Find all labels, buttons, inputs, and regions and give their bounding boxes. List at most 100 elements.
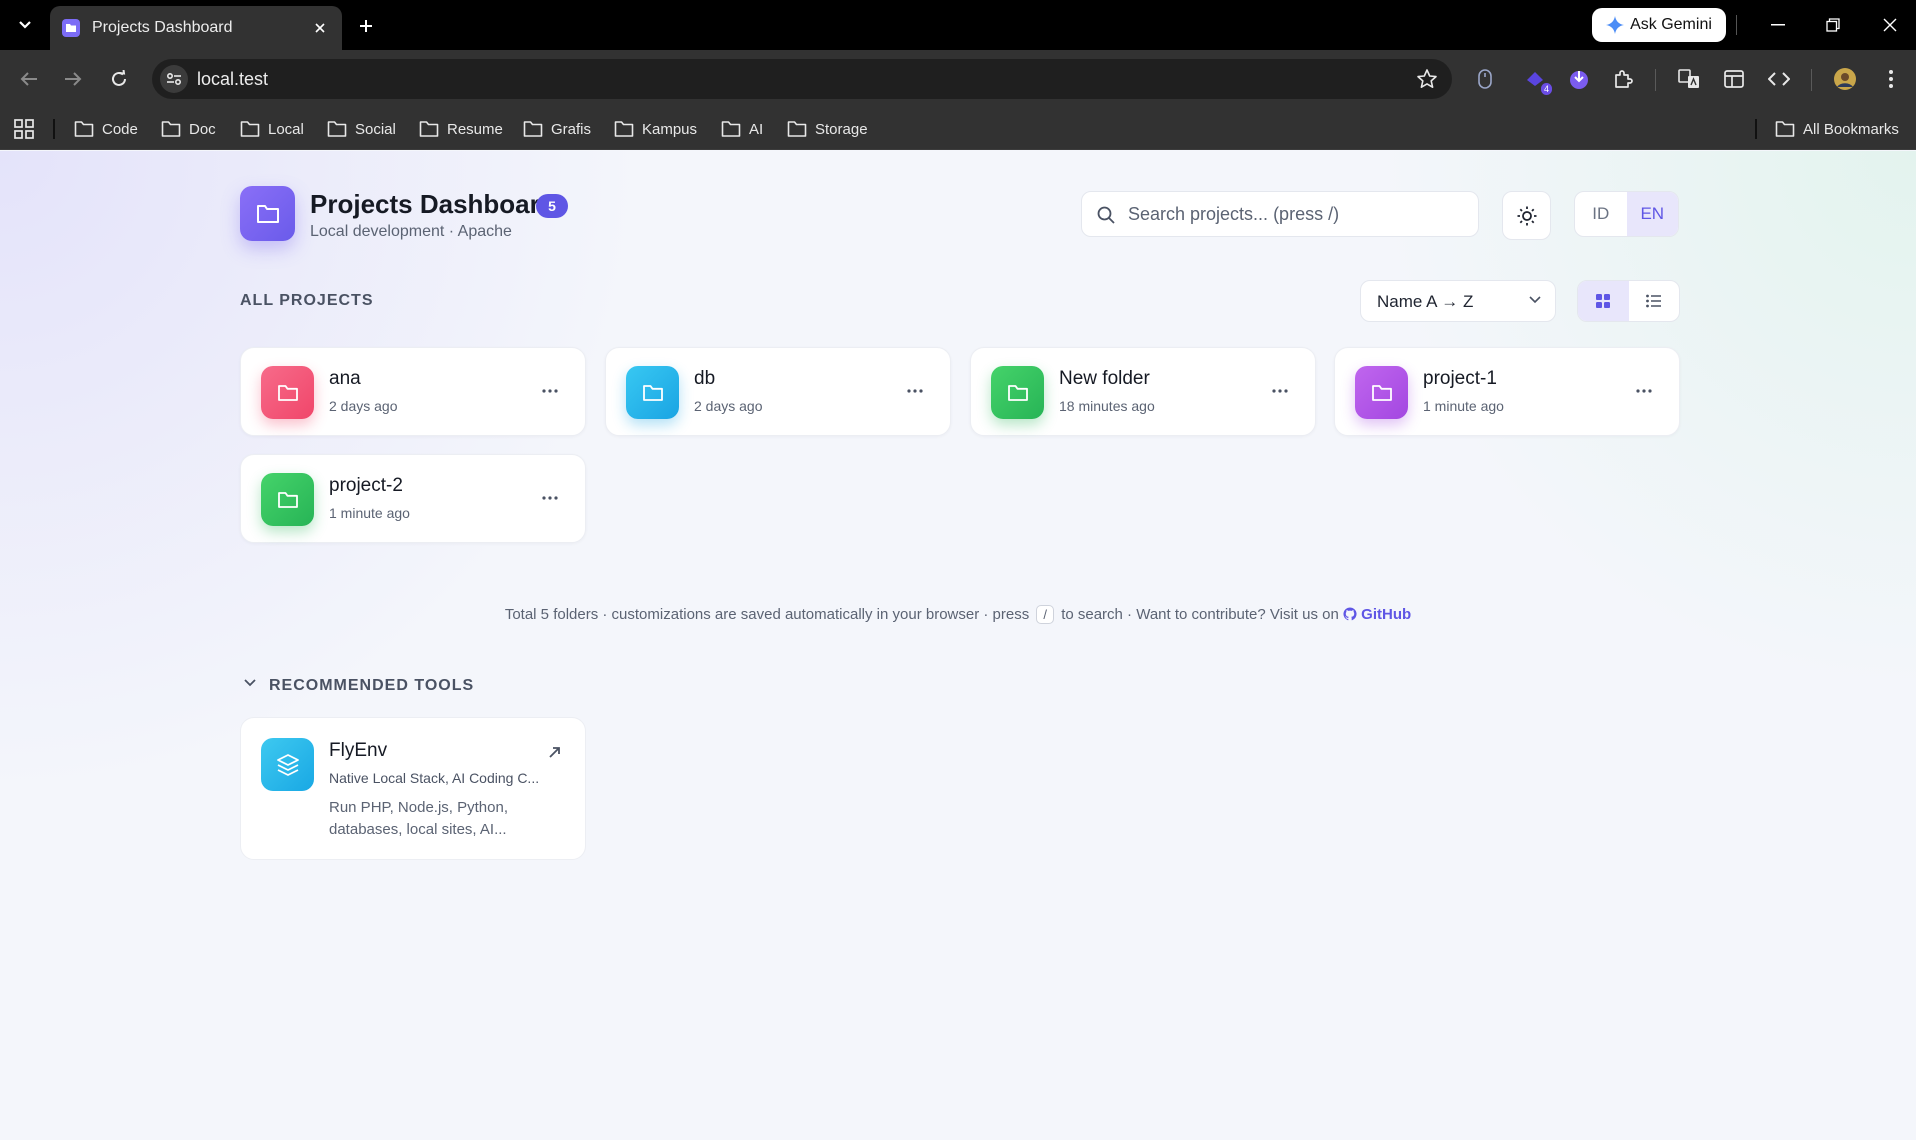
- folder-icon: [240, 186, 295, 241]
- bookmark-folder-doc[interactable]: Doc: [161, 118, 216, 140]
- extension-badge: 4: [1540, 83, 1552, 95]
- project-modified-time: 2 days ago: [694, 398, 763, 414]
- bookmark-label: Resume: [447, 120, 503, 138]
- ask-gemini-button[interactable]: Ask Gemini: [1592, 8, 1726, 42]
- language-switcher: ID EN: [1574, 191, 1679, 237]
- more-horizontal-icon[interactable]: [537, 488, 563, 508]
- project-name: project-1: [1423, 368, 1497, 389]
- language-option-en[interactable]: EN: [1626, 192, 1678, 236]
- browser-tab[interactable]: Projects Dashboard: [50, 6, 342, 50]
- search-input[interactable]: [1128, 200, 1458, 228]
- mouse-extension-icon[interactable]: [1472, 66, 1498, 92]
- folder-icon: [261, 473, 314, 526]
- bookmark-folder-code[interactable]: Code: [74, 118, 138, 140]
- folder-icon: [626, 366, 679, 419]
- project-card-ana[interactable]: ana 2 days ago: [240, 347, 586, 436]
- project-modified-time: 1 minute ago: [329, 505, 410, 521]
- bookmark-folder-social[interactable]: Social: [327, 118, 396, 140]
- more-horizontal-icon[interactable]: [902, 381, 928, 401]
- list-view-button[interactable]: [1629, 281, 1680, 321]
- recommended-tools-heading[interactable]: RECOMMENDED TOOLS: [269, 677, 474, 695]
- grid-view-button[interactable]: [1578, 281, 1629, 321]
- chevron-down-icon[interactable]: [242, 675, 258, 691]
- close-icon[interactable]: [310, 18, 330, 38]
- extensions-puzzle-icon[interactable]: [1610, 66, 1636, 92]
- bookmark-folder-resume[interactable]: Resume: [419, 118, 503, 140]
- project-card-db[interactable]: db 2 days ago: [605, 347, 951, 436]
- bookmark-folder-ai[interactable]: AI: [721, 118, 763, 140]
- bookmark-label: Doc: [189, 120, 216, 138]
- bookmark-label: Kampus: [642, 120, 698, 138]
- layers-icon: [261, 738, 314, 791]
- project-card-project-1[interactable]: project-1 1 minute ago: [1334, 347, 1680, 436]
- folder-icon: [1355, 366, 1408, 419]
- project-card-new-folder[interactable]: New folder 18 minutes ago: [970, 347, 1316, 436]
- footer-note: Total 5 folders · customizations are sav…: [0, 605, 1916, 624]
- folder-icon: [74, 121, 94, 137]
- bookmark-label: AI: [749, 120, 764, 138]
- bookmark-folder-storage[interactable]: Storage: [787, 118, 868, 140]
- divider: [1811, 69, 1812, 91]
- more-horizontal-icon[interactable]: [537, 381, 563, 401]
- shortcut-key: /: [1036, 605, 1055, 624]
- footer-text: Total 5 folders · customizations are sav…: [504, 606, 1030, 623]
- minimize-icon[interactable]: [1760, 10, 1796, 40]
- search-box: [1081, 191, 1479, 237]
- devtools-code-icon[interactable]: [1766, 66, 1792, 92]
- gemini-sparkle-icon: [1606, 16, 1625, 34]
- all-bookmarks[interactable]: All Bookmarks: [1775, 118, 1899, 140]
- divider: [1736, 15, 1737, 35]
- ask-gemini-label: Ask Gemini: [1630, 16, 1712, 33]
- back-arrow-icon[interactable]: [14, 64, 44, 94]
- bookmark-folder-local[interactable]: Local: [240, 118, 304, 140]
- bookmark-folder-kampus[interactable]: Kampus: [614, 118, 697, 140]
- project-name: db: [694, 368, 716, 389]
- bookmark-folder-grafis[interactable]: Grafis: [523, 118, 591, 140]
- side-panel-icon[interactable]: [1721, 66, 1747, 92]
- github-link[interactable]: GitHub: [1343, 606, 1411, 623]
- reload-icon[interactable]: [104, 64, 134, 94]
- tool-card-flyenv[interactable]: FlyEnv Native Local Stack, AI Coding C..…: [240, 717, 586, 860]
- bookmark-label: Social: [355, 120, 396, 138]
- footer-text: to search · Want to contribute? Visit us…: [1061, 606, 1339, 623]
- all-projects-heading: ALL PROJECTS: [240, 292, 374, 309]
- profile-avatar[interactable]: [1832, 66, 1858, 92]
- theme-toggle-button[interactable]: [1502, 191, 1551, 240]
- external-link-arrow-icon[interactable]: [547, 744, 563, 760]
- bookmark-star-icon[interactable]: [1416, 68, 1438, 90]
- restore-icon[interactable]: [1815, 10, 1851, 40]
- more-horizontal-icon[interactable]: [1267, 381, 1293, 401]
- github-icon: [1343, 607, 1357, 621]
- project-card-project-2[interactable]: project-2 1 minute ago: [240, 454, 586, 543]
- more-horizontal-icon[interactable]: [1631, 381, 1657, 401]
- download-extension-icon[interactable]: [1566, 66, 1592, 92]
- tab-search-chevron-icon[interactable]: [14, 14, 36, 36]
- address-bar[interactable]: local.test: [152, 59, 1452, 99]
- forward-arrow-icon[interactable]: [58, 64, 88, 94]
- translate-icon[interactable]: [1676, 66, 1702, 92]
- apps-grid-icon[interactable]: [14, 119, 34, 139]
- bookmarks-bar: Code Doc Local Social Resume Grafis Kamp…: [0, 108, 1916, 150]
- folder-icon: [523, 121, 543, 137]
- project-name: New folder: [1059, 368, 1150, 389]
- window-close-icon[interactable]: [1872, 10, 1908, 40]
- search-icon: [1097, 206, 1115, 224]
- more-vertical-icon[interactable]: [1878, 66, 1904, 92]
- purple-extension-icon[interactable]: 4: [1522, 66, 1552, 95]
- browser-toolbar: local.test 4: [0, 50, 1916, 108]
- tool-tagline: Native Local Stack, AI Coding C...: [329, 770, 540, 786]
- folder-icon: [991, 366, 1044, 419]
- bookmark-label: Storage: [815, 120, 868, 138]
- folder-icon: [614, 121, 634, 137]
- folder-icon: [327, 121, 347, 137]
- sort-select[interactable]: Name A → Z: [1360, 280, 1556, 322]
- project-modified-time: 1 minute ago: [1423, 398, 1504, 414]
- new-tab-plus-icon[interactable]: [354, 14, 378, 38]
- language-option-id[interactable]: ID: [1575, 192, 1627, 236]
- folder-icon: [1775, 121, 1795, 137]
- grid-icon: [1596, 294, 1611, 308]
- folder-icon: [161, 121, 181, 137]
- chevron-down-icon: [1529, 296, 1541, 304]
- site-info-icon[interactable]: [160, 65, 188, 93]
- view-toggle: [1577, 280, 1680, 322]
